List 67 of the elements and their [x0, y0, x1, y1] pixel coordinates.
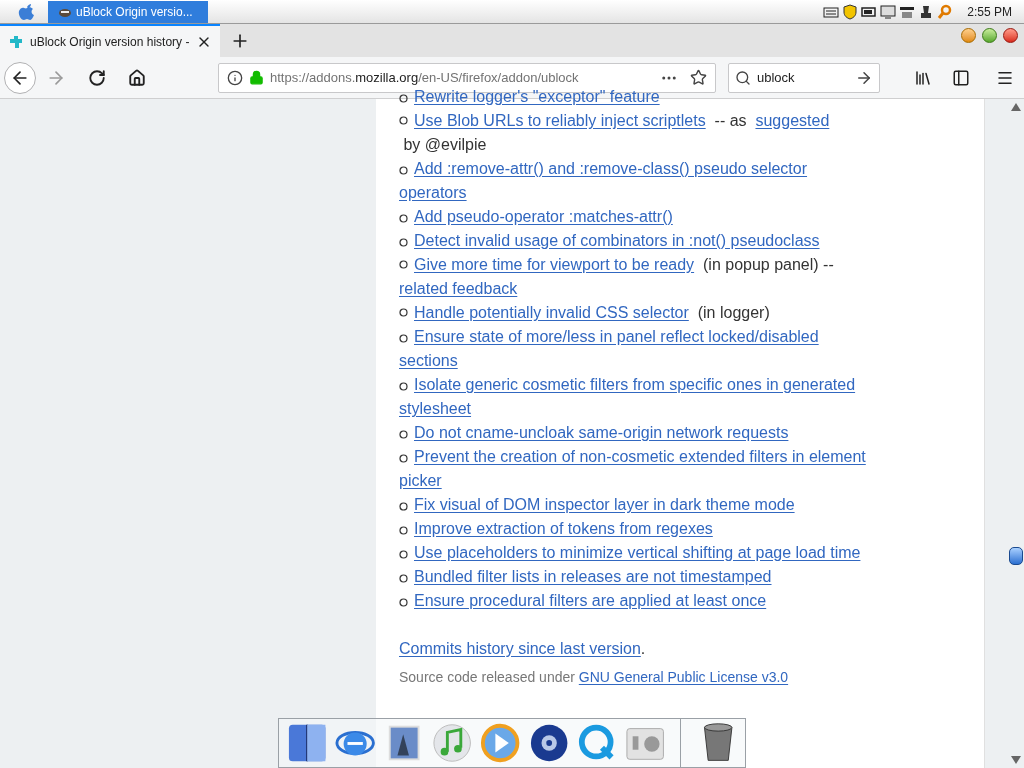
shield-icon[interactable] — [842, 3, 859, 20]
link[interactable]: Ensure procedural filters are applied at least once — [399, 589, 874, 613]
bullet-icon — [399, 430, 408, 439]
bullet-icon — [399, 598, 408, 607]
link[interactable]: Detect invalid usage of combinators in :not() pseudoclass — [399, 229, 874, 253]
text: . — [640, 639, 646, 659]
bullet-icon — [399, 454, 408, 463]
link[interactable]: Improve extraction of tokens from regexes — [399, 517, 874, 541]
browser-tab[interactable]: uBlock Origin version history - — [0, 24, 220, 57]
link[interactable]: Use placeholders to minimize vertical shifting at page load time — [399, 541, 874, 565]
scroll-up-icon[interactable] — [1011, 103, 1021, 111]
apple-logo-icon[interactable] — [18, 1, 36, 22]
link[interactable]: Fix visual of DOM inspector layer in dark theme mode — [399, 493, 874, 517]
scrollbar-thumb[interactable] — [1009, 547, 1023, 565]
link[interactable]: Isolate generic cosmetic filters from specific ones in generated stylesheet — [399, 373, 874, 421]
bullet-icon — [399, 382, 408, 391]
bullet-icon — [399, 260, 408, 269]
sidebar-icon[interactable] — [952, 68, 970, 87]
scrollbar[interactable] — [984, 99, 1024, 768]
scroll-down-icon[interactable] — [1011, 756, 1021, 764]
url-text: https://addons.mozilla.org/en-US/firefox/addon/ublock — [270, 68, 580, 87]
minimize-button[interactable] — [961, 28, 976, 43]
bullet-icon — [399, 550, 408, 559]
link[interactable]: Commits history since last version — [399, 637, 641, 661]
maximize-button[interactable] — [982, 28, 997, 43]
clock: 2:55 PM — [967, 3, 1012, 21]
link[interactable]: Prevent the creation of non-cosmetic extended filters in element picker — [399, 445, 874, 493]
link[interactable]: related feedback — [399, 277, 518, 301]
link[interactable]: GNU General Public License v3.0 — [578, 667, 789, 687]
bullet-icon — [399, 116, 408, 125]
taskbar-window-button[interactable]: uBlock Origin versio... — [48, 0, 208, 23]
link[interactable]: Use Blob URLs to reliably inject scriptlets — [414, 109, 706, 133]
search-icon — [735, 69, 751, 86]
bullet-icon — [399, 502, 408, 511]
text: Source code released under — [399, 668, 576, 687]
close-button[interactable] — [1003, 28, 1018, 43]
link[interactable]: Handle potentially invalid CSS selector — [414, 301, 689, 325]
home-icon[interactable] — [128, 68, 146, 87]
bullet-icon — [399, 334, 408, 343]
text: (in popup panel) -- — [702, 255, 835, 275]
text: -- as — [713, 111, 748, 131]
text: (in logger) — [696, 303, 770, 323]
back-button[interactable] — [4, 61, 36, 94]
bullet-icon — [399, 526, 408, 535]
link[interactable]: Bundled filter lists in releases are not timestamped — [399, 565, 874, 589]
bullet-icon — [399, 238, 408, 247]
link[interactable]: Give more time for viewport to be ready — [414, 253, 695, 277]
bookmark-star-icon[interactable] — [690, 69, 707, 86]
library-icon[interactable] — [914, 68, 932, 87]
link[interactable]: suggested — [755, 109, 830, 133]
bullet-icon — [399, 308, 408, 317]
text: by @evilpie — [402, 135, 487, 155]
monitor-icon[interactable] — [880, 3, 897, 20]
link[interactable]: Add pseudo-operator :matches-attr() — [399, 205, 874, 229]
bullet-icon — [399, 94, 408, 103]
puzzle-icon — [8, 33, 24, 50]
music-note-icon[interactable] — [432, 722, 473, 764]
info-icon[interactable] — [227, 69, 243, 86]
link[interactable]: Do not cname-uncloak same-origin network requests — [399, 421, 874, 445]
link[interactable]: Add :remove-attr() and :remove-class() pseudo selector operators — [399, 157, 874, 205]
link[interactable]: Ensure state of more/less in panel reflect locked/disabled sections — [399, 325, 874, 373]
reload-icon[interactable] — [88, 68, 106, 87]
bullet-icon — [399, 214, 408, 223]
lock-icon — [249, 70, 264, 85]
bullet-icon — [399, 574, 408, 583]
bullet-icon — [399, 166, 408, 175]
search-field[interactable]: ublock — [728, 62, 880, 93]
